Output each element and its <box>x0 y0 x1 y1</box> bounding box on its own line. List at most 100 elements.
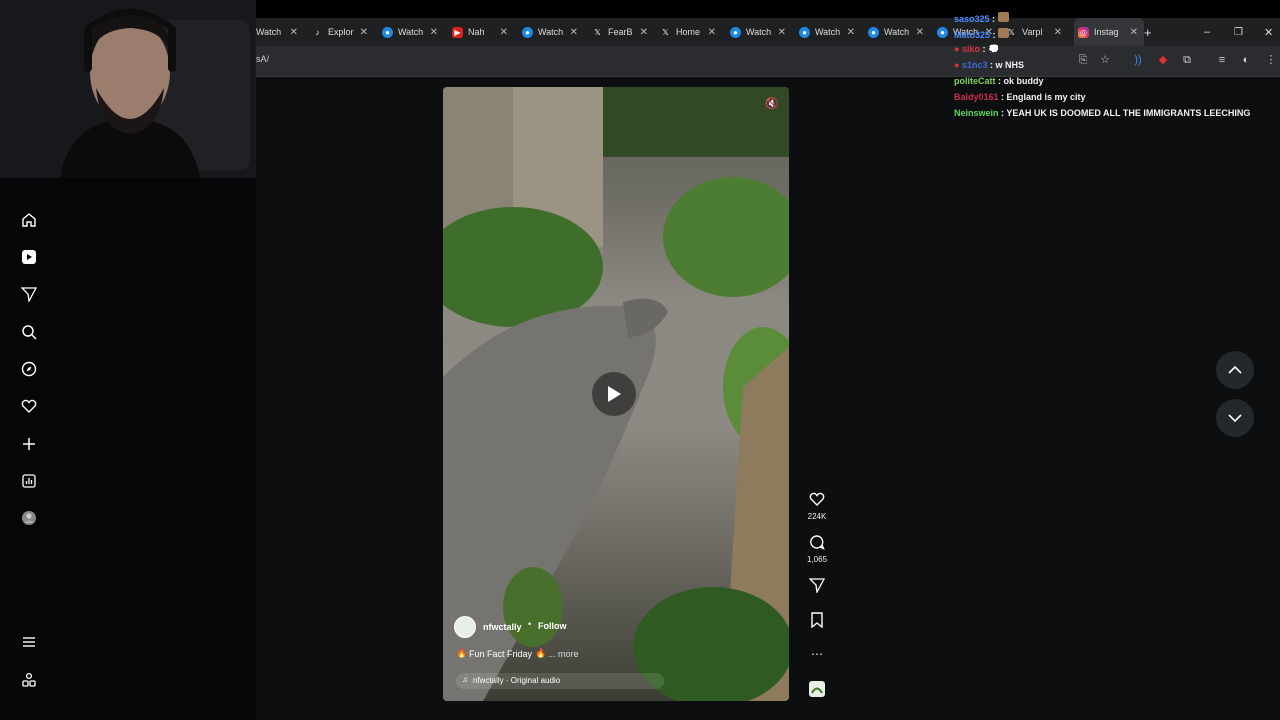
globe-icon: ● <box>382 26 393 38</box>
close-icon[interactable]: ✕ <box>290 27 298 38</box>
tab-label: Varpl <box>1022 27 1043 37</box>
fire-icon: 🔥 <box>535 648 547 658</box>
chat-message: Mato325 : <box>954 28 1010 40</box>
reel-video[interactable]: 🔇 nfwctally • Follow 🔥 Fun Fact Friday 🔥… <box>443 87 789 701</box>
also-from-meta-icon[interactable] <box>20 671 38 689</box>
tab-label: Watch <box>538 27 564 37</box>
close-icon[interactable]: ✕ <box>570 27 578 38</box>
close-icon[interactable]: ✕ <box>640 27 648 38</box>
browser-tab[interactable]: ● Watch ✕ <box>382 18 444 46</box>
more-menu-icon[interactable] <box>20 633 38 651</box>
menu-kebab-icon[interactable]: ⋮ <box>1264 53 1278 67</box>
close-icon[interactable]: ✕ <box>430 27 438 38</box>
dashboard-icon[interactable] <box>20 472 38 490</box>
streamer-webcam-image <box>0 0 256 178</box>
chevron-up-icon <box>1228 365 1242 374</box>
globe-icon: ● <box>799 26 810 38</box>
close-icon[interactable]: ✕ <box>708 27 716 38</box>
minimize-icon[interactable]: – <box>1204 18 1218 46</box>
browser-tab-active[interactable]: ◎ Instag ✕ <box>1074 18 1144 46</box>
profile-avatar-icon[interactable]: ◐ <box>1239 53 1253 67</box>
chat-username: saso325 <box>954 14 990 24</box>
url-text[interactable]: sA/ <box>256 54 269 64</box>
browser-tab[interactable]: ● Watch ✕ <box>799 18 861 46</box>
browser-tab-bar: Watch ✕ ♪ Explor ✕ ● Watch ✕ ▶ Nah ✕ ● Watch ✕ 𝕏F… <box>256 18 1280 46</box>
chat-username: Mato325 <box>954 30 991 40</box>
more-caption-link[interactable]: ... more <box>548 649 579 659</box>
explore-compass-icon[interactable] <box>20 360 38 378</box>
profile-avatar[interactable] <box>20 509 38 527</box>
browser-tab[interactable]: 𝕏 Home ✕ <box>660 18 722 46</box>
close-icon[interactable]: ✕ <box>360 27 368 38</box>
chat-message: Baldy0161 : England is my city <box>954 92 1086 102</box>
browser-tab[interactable]: ● Watch ✕ <box>730 18 792 46</box>
audio-thumbnail[interactable] <box>807 681 827 699</box>
chat-username: Baldy0161 <box>954 92 999 102</box>
chat-message: Neinswein : YEAH UK IS DOOMED ALL THE IM… <box>954 108 1251 118</box>
close-icon[interactable]: ✕ <box>1054 27 1062 38</box>
username[interactable]: nfwctally <box>483 622 522 632</box>
chat-message: ● siko : 💭 <box>954 44 1000 54</box>
music-note-icon: ♫ <box>462 675 468 684</box>
emote-icon: 💭 <box>987 44 1000 54</box>
play-button[interactable] <box>592 372 636 416</box>
chat-message: saso325 : <box>954 12 1009 24</box>
reading-list-icon[interactable]: ≡ <box>1215 53 1229 67</box>
tab-label: Watch <box>884 27 910 37</box>
close-icon[interactable]: ✕ <box>916 27 924 38</box>
chat-username: s1nc3 <box>961 60 988 70</box>
follow-button[interactable]: Follow <box>538 621 567 631</box>
address-bar[interactable] <box>256 46 1280 77</box>
notifications-heart-icon[interactable] <box>20 397 38 415</box>
tab-label: Explor <box>328 27 354 37</box>
close-icon[interactable]: ✕ <box>778 27 786 38</box>
globe-icon: ● <box>730 26 741 38</box>
comment-icon[interactable] <box>807 534 827 552</box>
next-reel-button[interactable] <box>1216 399 1254 437</box>
browser-tab[interactable]: ● Watch ✕ <box>522 18 584 46</box>
browser-tab[interactable]: ● Watch ✕ <box>868 18 930 46</box>
mute-icon[interactable]: 🔇 <box>765 97 779 110</box>
tab-label: Home <box>676 27 701 37</box>
bookmark-star-icon[interactable]: ☆ <box>1098 53 1112 67</box>
chat-message: ● s1nc3 : w NHS <box>954 60 1024 70</box>
caption: Fun Fact Friday <box>469 649 533 659</box>
avatar[interactable] <box>454 616 476 638</box>
search-icon[interactable] <box>20 323 38 341</box>
close-icon[interactable]: ✕ <box>1130 27 1138 38</box>
extension-icon[interactable]: )) <box>1131 53 1145 67</box>
x-icon: 𝕏 <box>594 27 601 37</box>
reels-icon[interactable] <box>20 248 38 266</box>
create-plus-icon[interactable] <box>20 435 38 453</box>
tab-label: Watch <box>746 27 772 37</box>
browser-tab[interactable]: 𝕏 Varpl ✕ <box>1006 18 1068 46</box>
tab-label: FearB <box>608 27 633 37</box>
install-app-icon[interactable]: ⎘ <box>1076 53 1090 67</box>
extension-icon[interactable]: ◆ <box>1156 53 1170 67</box>
close-window-icon[interactable]: ✕ <box>1264 18 1278 46</box>
maximize-icon[interactable]: ❐ <box>1234 18 1248 46</box>
youtube-icon: ▶ <box>452 26 463 38</box>
browser-tab[interactable]: ♪ Explor ✕ <box>312 18 374 46</box>
tab-label: Watch <box>815 27 841 37</box>
new-tab-button[interactable]: + <box>1144 18 1160 46</box>
browser-tab[interactable]: ▶ Nah ✕ <box>452 18 514 46</box>
close-icon[interactable]: ✕ <box>847 27 855 38</box>
messages-icon[interactable] <box>20 285 38 303</box>
more-options-icon[interactable]: ⋯ <box>807 647 827 661</box>
previous-reel-button[interactable] <box>1216 351 1254 389</box>
browser-tab[interactable]: 𝕏 FearB ✕ <box>592 18 654 46</box>
share-send-icon[interactable] <box>807 577 827 595</box>
save-bookmark-icon[interactable] <box>807 612 827 630</box>
comment-count: 1,065 <box>807 555 828 564</box>
audio-label[interactable]: nfwctally · Original audio <box>473 676 560 685</box>
home-icon[interactable] <box>20 211 38 229</box>
close-icon[interactable]: ✕ <box>500 27 508 38</box>
chat-text: ok buddy <box>1003 76 1044 86</box>
extensions-puzzle-icon[interactable]: ⧉ <box>1180 53 1194 67</box>
browser-tab[interactable]: Watch ✕ <box>256 18 304 46</box>
play-icon <box>608 386 621 402</box>
x-icon: 𝕏 <box>662 27 669 37</box>
like-heart-icon[interactable] <box>807 491 827 509</box>
badge-icon: ● <box>954 44 960 54</box>
